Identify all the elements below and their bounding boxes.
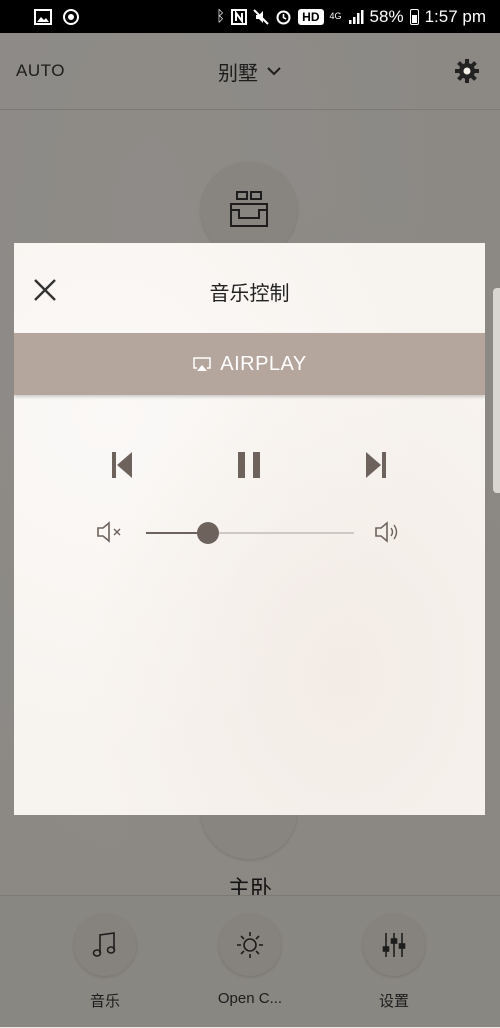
clock: 1:57 pm [424,6,486,26]
mute-icon [253,8,269,25]
previous-track-button[interactable] [100,447,144,483]
volume-mute-icon[interactable] [96,521,124,543]
gear-icon[interactable] [454,58,480,84]
pause-button[interactable] [227,447,271,483]
volume-slider-thumb[interactable] [197,522,220,544]
next-track-button[interactable] [354,447,398,483]
signal-icon [348,9,364,24]
dialog-title: 音乐控制 [209,283,290,305]
pause-icon [238,452,260,478]
gallery-icon [34,8,52,25]
volume-up-icon[interactable] [374,521,402,543]
network-type: 4G [329,11,342,21]
volume-slider[interactable] [146,522,354,544]
airplay-label: AIRPLAY [220,352,307,375]
alarm-icon [276,10,291,25]
bluetooth-icon: ᛒ [216,8,226,25]
status-bar: ᛒ HD 4G 58% 1:57 pm [0,0,500,33]
skip-next-icon [366,452,386,478]
skip-previous-icon [112,452,132,478]
hd-badge: HD [298,8,324,25]
battery-icon [409,8,419,25]
nfc-icon [231,8,248,25]
sync-icon [63,8,79,25]
edge-panel-handle[interactable] [493,288,500,493]
airplay-icon [193,357,211,371]
airplay-button[interactable]: AIRPLAY [14,333,485,395]
music-control-dialog: 音乐控制 AIRPLAY [14,243,485,815]
battery-percent: 58% [369,6,404,26]
